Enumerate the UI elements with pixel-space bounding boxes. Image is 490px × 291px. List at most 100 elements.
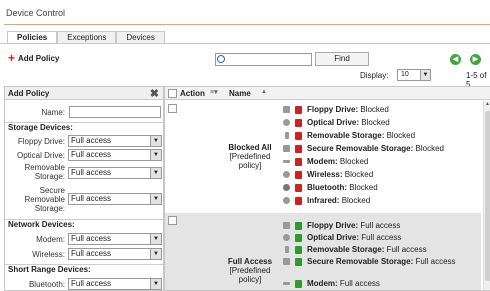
policy-subtitle: [Predefined policy] xyxy=(229,266,271,284)
modem-select[interactable]: Full access ▼ xyxy=(68,233,162,245)
device-status: Full access xyxy=(361,233,402,242)
device-status: Blocked xyxy=(344,170,374,179)
device-status: Full access xyxy=(360,221,401,230)
select-value: Full access xyxy=(71,194,112,203)
lock-closed-icon xyxy=(295,183,302,192)
display-select[interactable]: 10 ▼ xyxy=(397,69,431,81)
lock-closed-icon xyxy=(295,196,302,205)
device-entry: Optical Drive: Blocked xyxy=(283,118,483,127)
find-button[interactable]: Find xyxy=(315,52,369,66)
table-scrollbar[interactable]: ▲ xyxy=(483,101,490,290)
field-label: Modem: xyxy=(36,235,65,244)
action-column-header: Action xyxy=(180,89,205,98)
optical-drive-select[interactable]: Full access ▼ xyxy=(68,149,162,161)
row-checkbox[interactable] xyxy=(168,104,177,113)
field-label: Secure Removable Storage: xyxy=(24,186,65,213)
device-status: Full access xyxy=(386,245,427,254)
device-status: Blocked xyxy=(349,183,378,192)
select-value: Full access xyxy=(71,150,112,159)
secure-removable-storage-select[interactable]: Full access ▼ xyxy=(68,193,162,205)
floppy-drive-select[interactable]: Full access ▼ xyxy=(68,135,162,147)
name-column-header[interactable]: Name xyxy=(229,89,251,98)
policy-name: Blocked All xyxy=(228,143,272,152)
sort-ascending-icon[interactable]: ▲ xyxy=(261,89,267,95)
lock-closed-icon xyxy=(295,118,302,127)
field-label: Wireless: xyxy=(32,250,65,259)
chevron-down-icon: ▼ xyxy=(150,194,161,204)
tab-divider xyxy=(0,43,490,44)
window-title: Device Control xyxy=(6,8,66,18)
tab-bar: Policies Exceptions Devices xyxy=(7,31,165,44)
chevron-down-icon: ▼ xyxy=(150,150,161,160)
lock-closed-icon xyxy=(295,157,302,166)
wireless-select[interactable]: Full access ▼ xyxy=(68,248,162,260)
lock-closed-icon xyxy=(295,144,302,153)
device-name: Removable Storage: xyxy=(307,245,385,254)
device-status: Full access xyxy=(339,279,380,288)
chevron-down-icon: ▼ xyxy=(420,70,430,80)
device-name: Secure Removable Storage: xyxy=(307,257,414,266)
device-status: Blocked xyxy=(360,105,389,114)
usb-drive-icon xyxy=(285,132,289,139)
lock-closed-icon xyxy=(295,105,302,114)
scrollbar-thumb[interactable] xyxy=(485,111,490,281)
floppy-icon xyxy=(283,106,290,113)
usb-drive-icon xyxy=(285,246,289,253)
chevron-down-icon: ▼ xyxy=(150,136,161,146)
search-input[interactable] xyxy=(215,53,312,66)
chevron-down-icon: ▼ xyxy=(150,168,161,178)
modem-icon xyxy=(283,282,290,285)
device-entry: Removable Storage: Full access xyxy=(283,245,483,254)
device-name: Secure Removable Storage: xyxy=(307,144,414,153)
name-input[interactable] xyxy=(69,106,161,118)
field-label: Removable Storage: xyxy=(24,163,65,181)
lock-open-icon xyxy=(295,233,302,242)
secure-usb-icon xyxy=(283,258,290,265)
device-entry: Floppy Drive: Blocked xyxy=(283,105,483,114)
chevron-down-icon: ▼ xyxy=(150,234,161,244)
policy-table: Action ≡▾ Name ▲ Blocked All [Predefined… xyxy=(164,86,490,291)
display-label: Display: xyxy=(360,71,389,80)
lock-open-icon xyxy=(295,257,302,266)
device-name: Floppy Drive: xyxy=(307,221,359,230)
device-entry: Infrared: Blocked xyxy=(283,196,483,205)
table-row[interactable]: Blocked All [Predefined policy] Floppy D… xyxy=(165,101,481,211)
device-status: Full access xyxy=(415,257,456,266)
lock-open-icon xyxy=(295,245,302,254)
chevron-down-icon: ▼ xyxy=(150,249,161,259)
table-header: Action ≡▾ Name ▲ xyxy=(165,87,490,100)
removable-storage-select[interactable]: Full access ▼ xyxy=(68,167,162,179)
device-name: Bluetooth: xyxy=(307,183,347,192)
lock-open-icon xyxy=(295,221,302,230)
network-section-title: Network Devices: xyxy=(5,219,163,229)
close-icon[interactable]: ✖ xyxy=(150,87,159,100)
table-row[interactable]: Full Access [Predefined policy] Floppy D… xyxy=(165,213,481,290)
policy-name: Full Access xyxy=(227,257,273,266)
select-all-checkbox[interactable] xyxy=(168,89,177,98)
device-name: Floppy Drive: xyxy=(307,105,359,114)
policy-name-cell: Blocked All [Predefined policy] xyxy=(225,143,275,170)
lock-closed-icon xyxy=(295,170,302,179)
add-policy-panel: Add Policy ✖ Name: Storage Devices: Flop… xyxy=(4,86,164,291)
next-page-icon[interactable]: ▶ xyxy=(470,54,481,65)
device-status: Blocked xyxy=(386,131,416,140)
optical-disc-icon xyxy=(283,119,290,126)
infrared-icon xyxy=(283,197,290,204)
lock-open-icon xyxy=(295,279,302,288)
device-entry: Floppy Drive: Full access xyxy=(283,221,483,230)
add-policy-button[interactable]: + Add Policy xyxy=(8,52,59,64)
display-value: 10 xyxy=(401,71,409,78)
policy-name-cell: Full Access [Predefined policy] xyxy=(225,257,275,284)
scroll-up-icon[interactable]: ▲ xyxy=(485,101,490,107)
field-label: Bluetooth: xyxy=(28,280,65,289)
previous-page-icon[interactable]: ◀ xyxy=(450,54,461,65)
row-checkbox[interactable] xyxy=(168,216,177,225)
column-menu-icon[interactable]: ≡▾ xyxy=(210,88,218,96)
panel-title: Add Policy xyxy=(8,89,50,98)
storage-section-title: Storage Devices: xyxy=(5,122,163,132)
bluetooth-select[interactable]: Full access ▼ xyxy=(68,278,162,290)
panel-header: Add Policy ✖ xyxy=(5,87,163,100)
select-value: Full access xyxy=(71,279,112,288)
field-label: Optical Drive: xyxy=(16,151,65,160)
floppy-icon xyxy=(283,222,290,229)
